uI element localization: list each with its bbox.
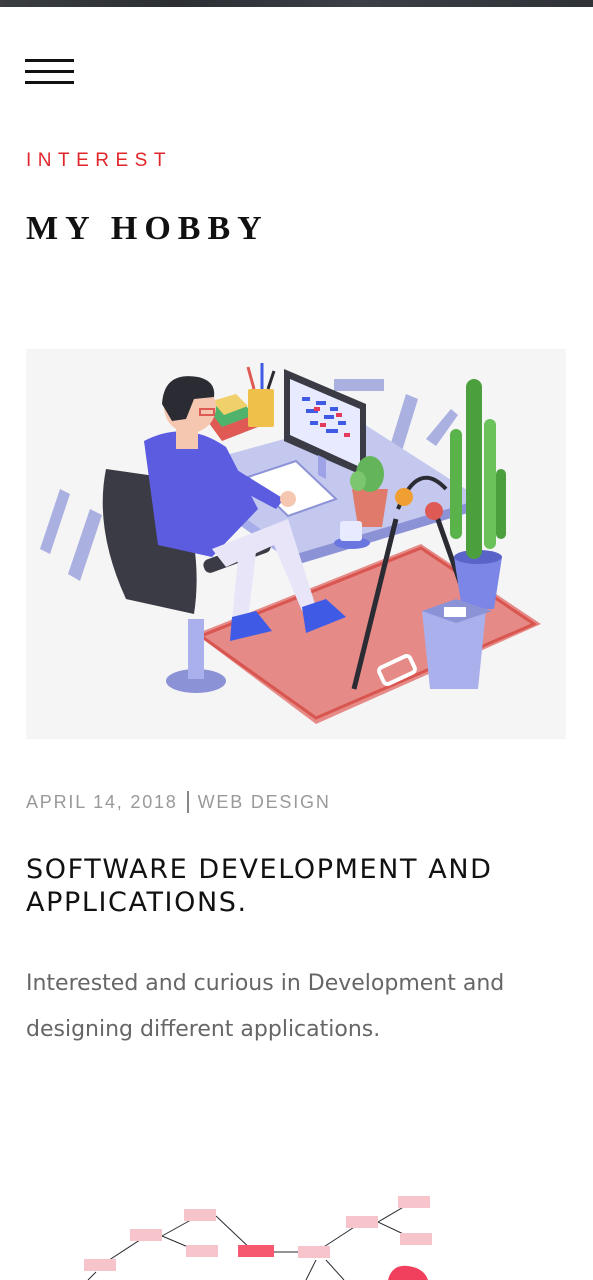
post-excerpt: Interested and curious in Development an…	[26, 971, 505, 1042]
network-diagram-illustration	[84, 1196, 432, 1280]
section-title: MY HOBBY	[26, 210, 269, 247]
post-meta: APRIL 14, 2018 WEB DESIGN	[26, 791, 331, 813]
next-post-image[interactable]	[26, 1180, 566, 1280]
post-title[interactable]: SOFTWARE DEVELOPMENT AND APPLICATIONS.	[26, 853, 566, 919]
status-bar	[0, 0, 593, 7]
meta-divider	[186, 791, 189, 813]
developer-at-desk-illustration	[40, 363, 541, 724]
section-label: INTEREST	[26, 150, 172, 171]
hamburger-menu-icon[interactable]	[25, 58, 75, 88]
post-image[interactable]	[26, 349, 566, 739]
post-category-link[interactable]: WEB DESIGN	[198, 792, 331, 813]
post-date: APRIL 14, 2018	[26, 791, 178, 812]
